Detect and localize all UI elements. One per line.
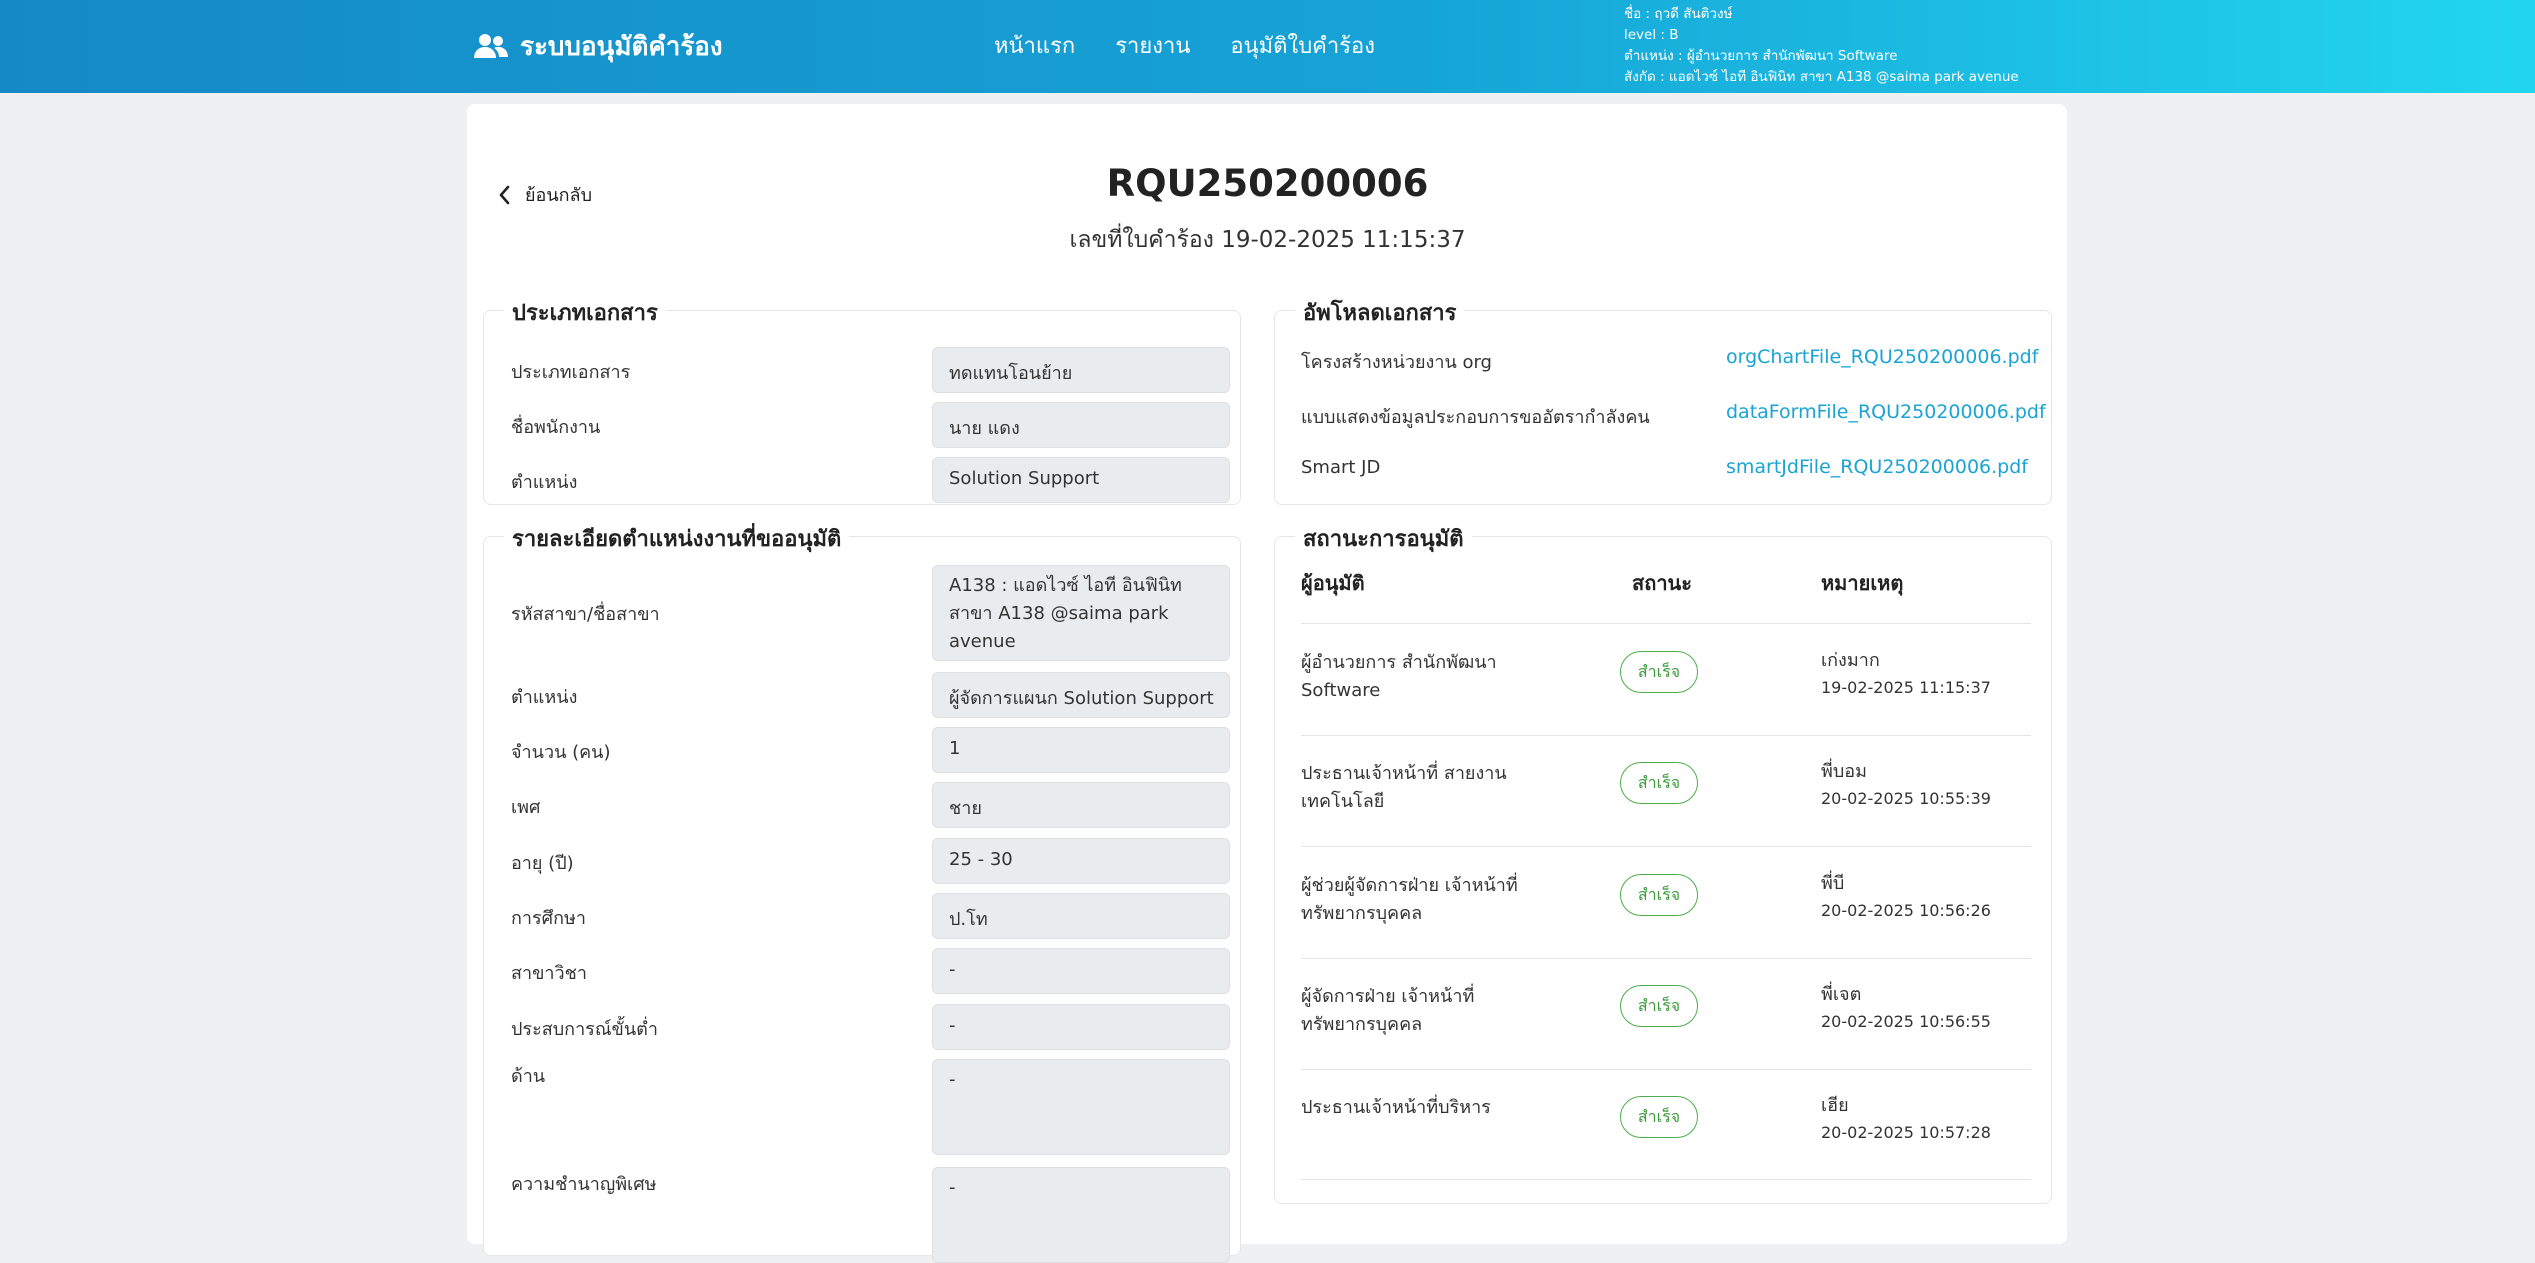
note-timestamp: 20-02-2025 10:55:39	[1821, 789, 1991, 808]
nav-report[interactable]: รายงาน	[1115, 28, 1190, 63]
min-experience-field: -	[932, 1004, 1230, 1050]
nav-approve-requests[interactable]: อนุมัติใบคำร้อง	[1230, 28, 1375, 63]
document-type-title: ประเภทเอกสาร	[504, 295, 666, 330]
branch-field: A138 : แอดไวซ์ ไอที อินฟินิท สาขา A138 @…	[932, 565, 1230, 661]
nav-home[interactable]: หน้าแรก	[994, 28, 1075, 63]
field-label: สาขาวิชา	[511, 963, 587, 984]
field-label: ด้าน	[511, 1066, 546, 1087]
approval-status-title: สถานะการอนุมัติ	[1295, 521, 1472, 556]
position-field: ผู้จัดการแผนก Solution Support	[932, 672, 1230, 718]
education-field: ป.โท	[932, 893, 1230, 939]
field-label: เพศ	[511, 797, 541, 818]
note-text: พี่บี	[1821, 873, 1845, 894]
field-label: ประเภทเอกสาร	[511, 362, 631, 383]
user-position: ตำแหน่ง : ผู้อำนวยการ สำนักพัฒนา Softwar…	[1624, 48, 1898, 64]
field-label: ชื่อพนักงาน	[511, 417, 601, 438]
divider	[1301, 1179, 2031, 1180]
divider	[1301, 623, 2031, 624]
field-label: ความชำนาญพิเศษ	[511, 1174, 657, 1195]
approval-note: เก่งมาก 19-02-2025 11:15:37	[1821, 647, 1991, 701]
approver-name: ผู้จัดการฝ่าย เจ้าหน้าที่ทรัพยากรบุคคล	[1301, 986, 1475, 1035]
column-header-status: สถานะ	[1632, 571, 1692, 595]
status-badge: สำเร็จ	[1620, 1096, 1698, 1138]
data-form-file-link[interactable]: dataFormFile_RQU250200006.pdf	[1726, 401, 2046, 423]
approver-name: ผู้ช่วยผู้จัดการฝ่าย เจ้าหน้าที่ทรัพยากร…	[1301, 875, 1518, 924]
divider	[1301, 846, 2031, 847]
approver-name: ประธานเจ้าหน้าที่บริหาร	[1301, 1097, 1491, 1118]
document-type-field: ทดแทนโอนย้าย	[932, 347, 1230, 393]
org-chart-file-link[interactable]: orgChartFile_RQU250200006.pdf	[1726, 346, 2038, 368]
approval-note: พี่บอม 20-02-2025 10:55:39	[1821, 758, 1991, 812]
note-timestamp: 20-02-2025 10:56:26	[1821, 901, 1991, 920]
approver-name: ผู้อำนวยการ สำนักพัฒนา Software	[1301, 652, 1497, 701]
file-label: โครงสร้างหน่วยงาน org	[1301, 352, 1492, 373]
note-text: เก่งมาก	[1821, 650, 1880, 671]
approval-status-panel: สถานะการอนุมัติ ผู้อนุมัติ สถานะ หมายเหต…	[1274, 521, 2052, 1204]
approval-note: พี่เจต 20-02-2025 10:56:55	[1821, 981, 1991, 1035]
experience-area-field: -	[932, 1059, 1230, 1155]
column-header-approver: ผู้อนุมัติ	[1301, 571, 1365, 595]
status-badge: สำเร็จ	[1620, 874, 1698, 916]
field-label: การศึกษา	[511, 908, 586, 929]
field-label: รหัสสาขา/ชื่อสาขา	[511, 604, 660, 625]
field-label: จำนวน (คน)	[511, 742, 611, 763]
divider	[1301, 958, 2031, 959]
request-number: RQU250200006	[1106, 162, 1429, 205]
status-badge: สำเร็จ	[1620, 762, 1698, 804]
users-icon	[474, 34, 508, 58]
main-nav: หน้าแรก รายงาน อนุมัติใบคำร้อง	[994, 28, 1375, 63]
divider	[1301, 735, 2031, 736]
field-label: ประสบการณ์ขั้นต่ำ	[511, 1019, 658, 1040]
note-text: พี่เจต	[1821, 984, 1862, 1005]
column-header-note: หมายเหตุ	[1821, 571, 1904, 595]
request-subtitle: เลขที่ใบคำร้อง 19-02-2025 11:15:37	[1069, 227, 1466, 253]
note-timestamp: 20-02-2025 10:56:55	[1821, 1012, 1991, 1031]
field-label: ตำแหน่ง	[511, 687, 578, 708]
headcount-field: 1	[932, 727, 1230, 773]
note-text: พี่บอม	[1821, 761, 1867, 782]
user-level: level : B	[1624, 27, 1679, 43]
note-timestamp: 19-02-2025 11:15:37	[1821, 678, 1991, 697]
divider	[1301, 1069, 2031, 1070]
approver-name: ประธานเจ้าหน้าที่ สายงานเทคโนโลยี	[1301, 763, 1507, 812]
employee-position-field: Solution Support	[932, 457, 1230, 503]
status-badge: สำเร็จ	[1620, 651, 1698, 693]
user-affiliation: สังกัด : แอดไวซ์ ไอที อินฟินิท สาขา A138…	[1624, 69, 2019, 85]
approval-note: พี่บี 20-02-2025 10:56:26	[1821, 870, 1991, 924]
note-text: เฮีย	[1821, 1095, 1849, 1116]
age-field: 25 - 30	[932, 838, 1230, 884]
approval-note: เฮีย 20-02-2025 10:57:28	[1821, 1092, 1991, 1146]
user-info: ชื่อ : ฤวดี สันติวงษ์ level : B ตำแหน่ง …	[1624, 4, 2019, 88]
user-name: ชื่อ : ฤวดี สันติวงษ์	[1624, 6, 1733, 22]
position-detail-title: รายละเอียดตำแหน่งงานที่ขออนุมัติ	[504, 521, 850, 556]
gender-field: ชาย	[932, 782, 1230, 828]
app-brand[interactable]: ระบบอนุมัติคำร้อง	[474, 26, 723, 66]
smart-jd-file-link[interactable]: smartJdFile_RQU250200006.pdf	[1726, 456, 2028, 478]
employee-name-field: นาย แดง	[932, 402, 1230, 448]
major-field: -	[932, 948, 1230, 994]
upload-documents-panel: อัพโหลดเอกสาร โครงสร้างหน่วยงาน org orgC…	[1274, 295, 2052, 505]
document-type-panel: ประเภทเอกสาร ประเภทเอกสาร ทดแทนโอนย้าย ช…	[483, 295, 1241, 505]
app-title: ระบบอนุมัติคำร้อง	[520, 31, 723, 62]
field-label: ตำแหน่ง	[511, 472, 578, 493]
note-timestamp: 20-02-2025 10:57:28	[1821, 1123, 1991, 1142]
file-label: แบบแสดงข้อมูลประกอบการขออัตรากำลังคน	[1301, 407, 1650, 428]
upload-documents-title: อัพโหลดเอกสาร	[1295, 295, 1465, 330]
position-detail-panel: รายละเอียดตำแหน่งงานที่ขออนุมัติ รหัสสาข…	[483, 521, 1241, 1263]
status-badge: สำเร็จ	[1620, 985, 1698, 1027]
top-navbar: ระบบอนุมัติคำร้อง หน้าแรก รายงาน อนุมัติ…	[0, 0, 2535, 93]
special-skill-field: -	[932, 1167, 1230, 1263]
file-label: Smart JD	[1301, 457, 1381, 478]
field-label: อายุ (ปี)	[511, 853, 574, 874]
